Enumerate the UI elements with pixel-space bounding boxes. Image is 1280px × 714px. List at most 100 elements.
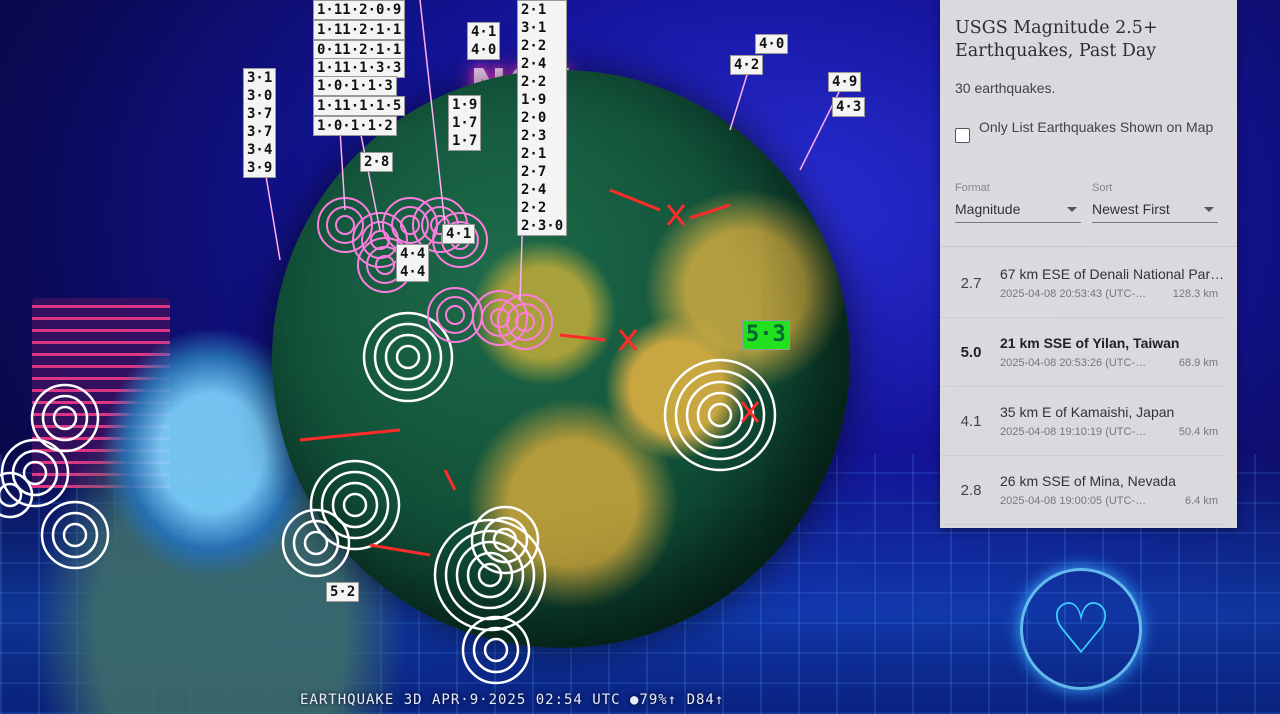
earthquake-magnitude: 2.8 xyxy=(960,481,982,499)
earthquake-count: 30 earthquakes. xyxy=(955,80,1056,96)
earthquake-meta: 2025-04-08 20:53:26 (UTC-08:00) 68.9 km xyxy=(1000,357,1225,369)
panel-divider xyxy=(940,246,1237,247)
magnitude-tag: 5·3 xyxy=(742,320,790,350)
map-filter-checkbox[interactable] xyxy=(955,128,970,143)
panel-title: USGS Magnitude 2.5+ Earthquakes, Past Da… xyxy=(955,18,1158,61)
earthquake-depth: 68.9 km xyxy=(1178,357,1218,369)
x-markers xyxy=(618,204,760,423)
magnitude-tag: 1·11·2·1·1 xyxy=(313,20,406,40)
earthquake-place: 26 km SSE of Mina, Nevada xyxy=(1000,473,1176,489)
earthquake-list-item[interactable]: 2.8 26 km SSE of Mina, Nevada 2025-04-08 1… xyxy=(940,456,1225,525)
quake-ring xyxy=(0,471,34,519)
earthquake-magnitude: 5.0 xyxy=(960,343,982,361)
magnitude-tag: 4·4 4·4 xyxy=(396,244,430,282)
motion-arrow xyxy=(443,469,457,491)
quake-ring xyxy=(466,551,514,599)
earthquake-list: 2.7 67 km ESE of Denali National Park, Al… xyxy=(940,249,1237,525)
quake-ring xyxy=(696,391,744,439)
heart-logo-icon: ♡ xyxy=(1020,568,1142,690)
earthquake-time: 2025-04-08 19:00:05 (UTC-05:00) xyxy=(1000,495,1150,507)
chevron-down-icon xyxy=(1204,206,1214,212)
quake-ring xyxy=(362,311,454,403)
quake-ring-pink xyxy=(436,296,474,334)
magnitude-tag: 5·2 xyxy=(326,582,360,602)
magnitude-tag: 1·9 1·7 1·7 xyxy=(448,95,482,151)
magnitude-tag: 1·0·1·1·2 xyxy=(313,116,397,136)
earthquake-place: 67 km ESE of Denali National Park, Alask… xyxy=(1000,266,1225,282)
earthquake-magnitude: 4.1 xyxy=(960,412,982,430)
magnitude-tag: 1·11·1·1·5 xyxy=(313,96,406,116)
map-filter-row[interactable]: Only List Earthquakes Shown on Map xyxy=(955,116,1225,143)
quake-ring xyxy=(483,637,509,663)
earthquake-list-item[interactable]: 2.7 67 km ESE of Denali National Park, Al… xyxy=(940,249,1225,318)
motion-arrow xyxy=(689,203,731,220)
earthquake-time: 2025-04-08 20:53:26 (UTC-08:00) xyxy=(1000,357,1150,369)
earthquake-details: 67 km ESE of Denali National Park, Alask… xyxy=(1000,266,1225,300)
format-select[interactable]: Magnitude xyxy=(955,201,1081,223)
format-value: Magnitude xyxy=(955,201,1021,217)
quake-ring xyxy=(52,405,78,431)
leader-line xyxy=(264,169,281,261)
quake-ring-pink xyxy=(400,215,420,235)
sort-value: Newest First xyxy=(1092,201,1170,217)
earthquake-magnitude: 2.7 xyxy=(960,274,982,292)
magnitude-tag: 4·1 4·0 xyxy=(467,22,501,60)
motion-arrow xyxy=(369,543,431,557)
earthquake-depth: 128.3 km xyxy=(1172,288,1218,300)
quake-ring xyxy=(395,344,421,370)
usgs-earthquake-panel: USGS Magnitude 2.5+ Earthquakes, Past Da… xyxy=(940,0,1237,528)
magnitude-tag: 1·0·1·1·3 xyxy=(313,76,397,96)
magnitude-tag: 2·1 3·1 2·2 2·4 2·2 1·9 2·0 2·3 2·1 2·7 … xyxy=(517,0,568,236)
sort-select-group: Sort Newest First xyxy=(1092,182,1218,223)
magnitude-tag: 2·8 xyxy=(360,152,394,172)
earthquake-depth: 50.4 km xyxy=(1178,426,1218,438)
earthquake-details: 35 km E of Kamaishi, Japan 2025-04-08 19:… xyxy=(1000,404,1225,438)
earthquake-details: 26 km SSE of Mina, Nevada 2025-04-08 19:0… xyxy=(1000,473,1225,507)
earthquake-place: 21 km SSE of Yilan, Taiwan xyxy=(1000,335,1180,351)
quake-ring xyxy=(342,492,368,518)
sort-select[interactable]: Newest First xyxy=(1092,201,1218,223)
magnitude-tag: 4·2 xyxy=(730,55,764,75)
earthquake-details: 21 km SSE of Yilan, Taiwan 2025-04-08 20:… xyxy=(1000,335,1225,369)
earthquake-list-item[interactable]: 5.0 21 km SSE of Yilan, Taiwan 2025-04-08 … xyxy=(940,318,1225,387)
leader-line xyxy=(419,0,446,226)
earthquake-place: 35 km E of Kamaishi, Japan xyxy=(1000,404,1175,420)
earthquake-depth: 6.4 km xyxy=(1184,495,1218,507)
quake-ring xyxy=(433,518,547,632)
magnitude-tag: 4·1 xyxy=(442,224,476,244)
quake-ring xyxy=(51,511,99,559)
quake-ring xyxy=(472,626,520,674)
white-rings xyxy=(0,311,777,685)
motion-arrow xyxy=(299,428,401,442)
magnitude-tag: 4·3 xyxy=(832,97,866,117)
magnitude-tag: 1·11·1·3·3 xyxy=(313,58,406,78)
earthquake-time: 2025-04-08 19:10:19 (UTC-08:00) xyxy=(1000,426,1150,438)
magnitude-tag: 4·0 xyxy=(755,34,789,54)
status-bar-text: EARTHQUAKE 3D APR·9·2025 02:54 UTC ●79%↑… xyxy=(300,692,725,708)
earthquake-meta: 2025-04-08 19:00:05 (UTC-05:00) 6.4 km xyxy=(1000,495,1225,507)
quake-ring xyxy=(707,402,733,428)
earthquake-meta: 2025-04-08 20:53:43 (UTC-08:00) 128.3 km xyxy=(1000,288,1225,300)
quake-ring xyxy=(444,529,536,621)
sort-caption: Sort xyxy=(1092,182,1113,194)
magnitude-tag: 4·9 xyxy=(828,72,862,92)
chevron-down-icon xyxy=(1067,206,1077,212)
map-filter-label[interactable]: Only List Earthquakes Shown on Map xyxy=(979,116,1213,143)
earthquake-time: 2025-04-08 20:53:43 (UTC-08:00) xyxy=(1000,288,1150,300)
format-caption: Format xyxy=(955,182,990,194)
motion-arrow xyxy=(609,188,661,212)
quake-ring-pink xyxy=(335,215,355,235)
quake-ring xyxy=(492,527,518,553)
motion-arrow xyxy=(559,333,606,342)
quake-ring xyxy=(303,530,329,556)
earthquake-list-item[interactable]: 4.1 35 km E of Kamaishi, Japan 2025-04-08 … xyxy=(940,387,1225,456)
quake-ring xyxy=(62,522,88,548)
magnitude-tag: 1·11·2·0·9 xyxy=(313,0,406,20)
quake-ring xyxy=(481,516,529,564)
quake-ring xyxy=(384,333,432,381)
quake-ring xyxy=(41,394,89,442)
quake-ring xyxy=(477,562,503,588)
magnitude-tag: 0·11·2·1·1 xyxy=(313,40,406,60)
quake-ring-pink xyxy=(445,305,465,325)
format-select-group: Format Magnitude xyxy=(955,182,1081,223)
